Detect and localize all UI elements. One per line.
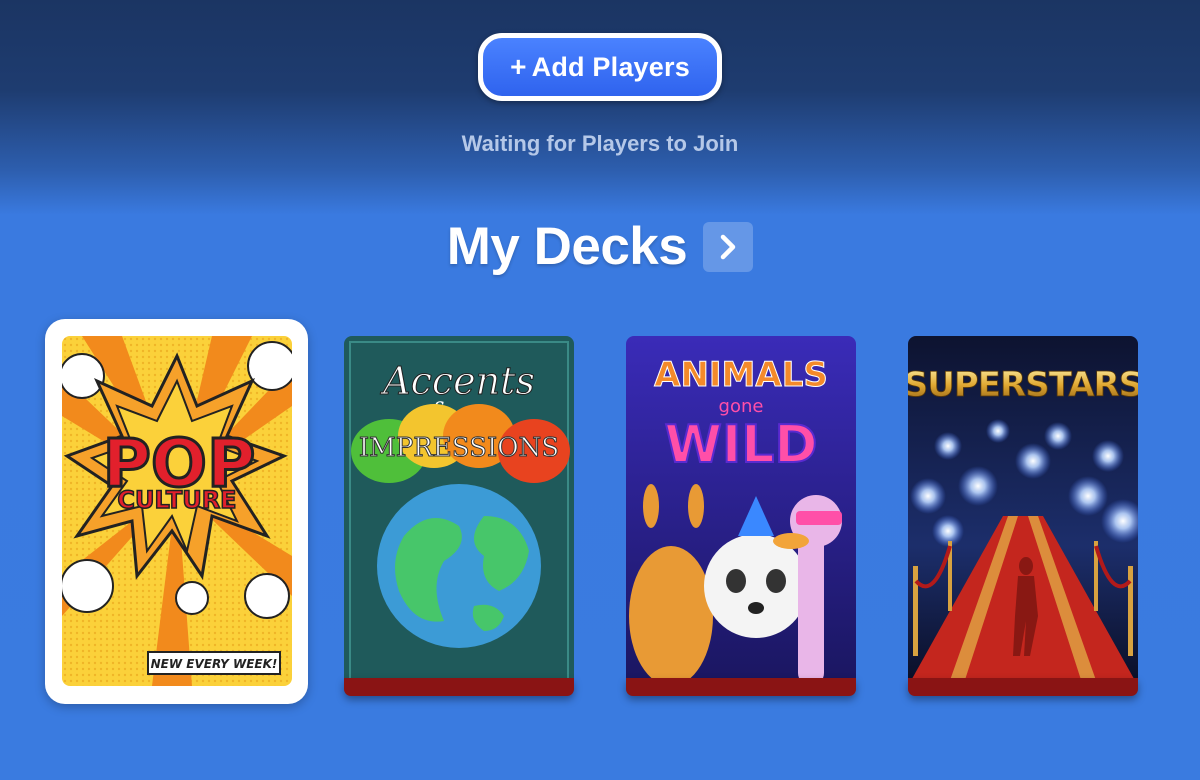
deck-cover-superstars: SUPERSTARS (908, 336, 1138, 686)
deck-title-animals: ANIMALS (654, 355, 828, 395)
deck-badge: NEW EVERY WEEK! (151, 657, 278, 671)
deck-card-accents-impressions[interactable]: Accents & IMPRESSIONS (344, 336, 574, 698)
deck-cover-accents: Accents & IMPRESSIONS (344, 336, 574, 686)
decks-header: My Decks (0, 216, 1200, 277)
plus-icon: + (510, 51, 527, 82)
section-title: My Decks (446, 217, 688, 276)
deck-cover-pop-culture: POP CULTURE NEW EVERY WEEK! (62, 336, 292, 686)
deck-cover-animals: ANIMALS gone WILD (626, 336, 856, 686)
waiting-status: Waiting for Players to Join (461, 131, 739, 156)
deck-base (908, 678, 1138, 696)
deck-card-animals-gone-wild[interactable]: ANIMALS gone WILD (626, 336, 856, 698)
deck-card-pop-culture[interactable]: POP CULTURE NEW EVERY WEEK! (62, 336, 292, 698)
deck-title-impressions: IMPRESSIONS (359, 433, 559, 463)
add-players-button[interactable]: + Add Players (478, 33, 722, 101)
add-players-label: Add Players (531, 51, 690, 82)
chevron-right-icon (721, 234, 736, 259)
decks-more-button[interactable] (703, 221, 754, 272)
deck-title-superstars: SUPERSTARS (908, 365, 1138, 405)
deck-base (344, 678, 574, 696)
deck-title-wild: WILD (664, 415, 817, 475)
deck-title-culture: CULTURE (117, 486, 236, 514)
deck-title-accents: Accents (380, 359, 535, 403)
deck-base (626, 678, 856, 696)
deck-card-superstars[interactable]: SUPERSTARS (908, 336, 1138, 698)
deck-title-gone: gone (719, 396, 764, 417)
